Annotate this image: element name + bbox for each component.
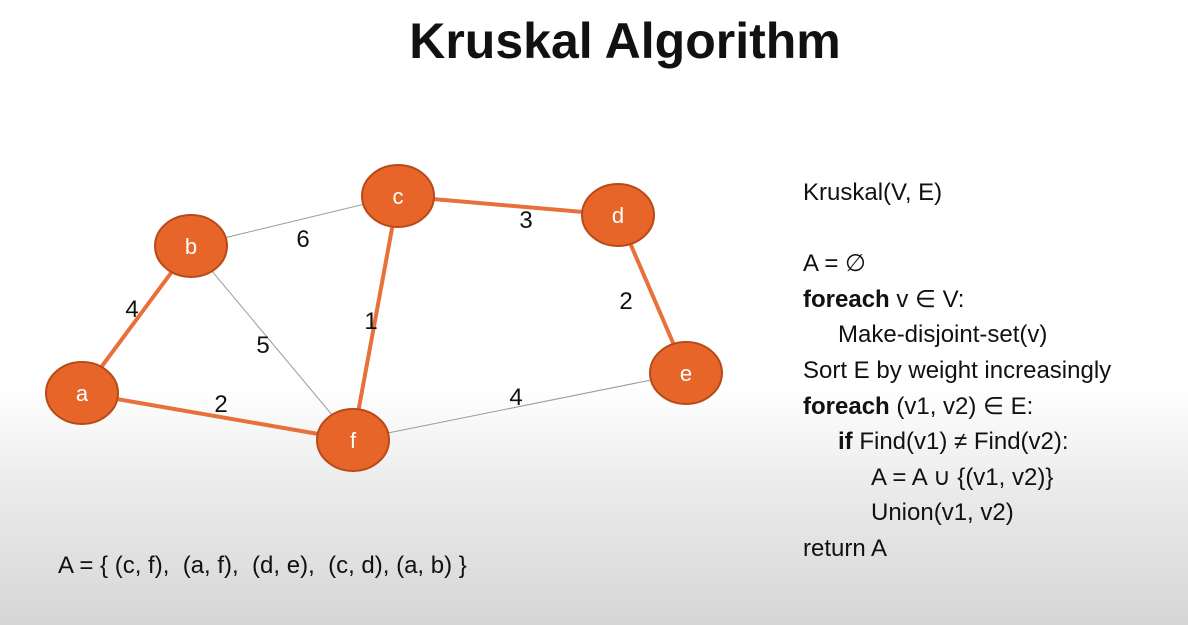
code-text: (v1, v2) ∈ E: (889, 392, 1034, 420)
code-line: A = ∅ (803, 250, 866, 278)
keyword: if (838, 428, 853, 456)
code-line: A = A ∪ {(v1, v2)} (871, 463, 1054, 491)
code-line: Union(v1, v2) (871, 499, 1014, 527)
node-label-b: b (185, 234, 197, 259)
code-line: if Find(v1) ≠ Find(v2): (803, 424, 1111, 460)
code-text: Find(v1) ≠ Find(v2): (852, 428, 1069, 456)
node-label-a: a (76, 381, 89, 406)
keyword: foreach (803, 285, 890, 313)
edge-weight-c-d: 3 (519, 207, 532, 234)
code-blank (803, 211, 1111, 247)
code-line: Make-disjoint-set(v) (838, 321, 1048, 349)
node-label-e: e (680, 361, 692, 386)
edge-weight-b-f: 5 (256, 332, 269, 359)
edge-weight-c-f: 1 (364, 308, 377, 335)
edge-weight-f-e: 4 (509, 384, 522, 411)
edge-weight-a-f: 2 (214, 391, 227, 418)
code-header: Kruskal(V, E) (803, 179, 943, 206)
code-line: foreach (v1, v2) ∈ E: (803, 389, 1111, 425)
node-label-d: d (612, 203, 624, 228)
edge-weight-d-e: 2 (619, 288, 632, 315)
keyword: foreach (803, 392, 890, 420)
mst-result: A = { (c, f), (a, f), (d, e), (c, d), (a… (58, 552, 467, 579)
edge-weight-a-b: 4 (125, 296, 138, 323)
node-label-c: c (393, 184, 404, 209)
edge-weight-b-c: 6 (296, 226, 309, 253)
code-line: return A (803, 534, 888, 562)
pseudocode: Kruskal(V, E) A = ∅ foreach v ∈ V: Make-… (803, 175, 1111, 567)
code-text: v ∈ V: (889, 285, 965, 313)
code-line: Sort E by weight increasingly (803, 356, 1112, 384)
node-label-f: f (350, 428, 357, 453)
code-line: foreach v ∈ V: (803, 282, 1111, 318)
